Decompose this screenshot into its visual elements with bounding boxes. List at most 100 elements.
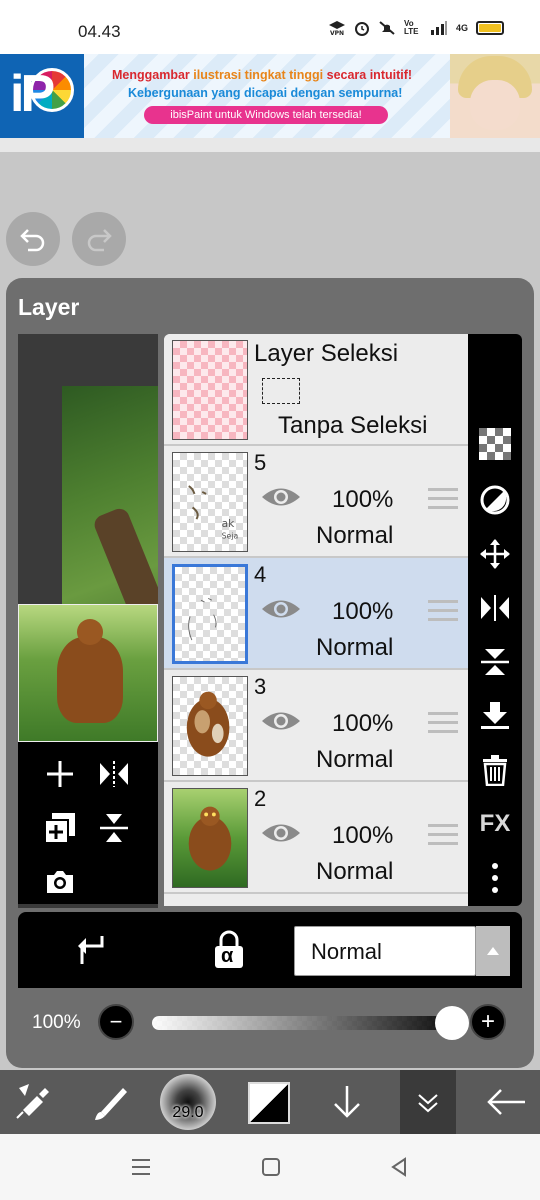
layer-row-4[interactable]: 4 100% Normal <box>164 558 468 670</box>
drag-handle-icon[interactable] <box>428 600 458 626</box>
drag-handle-icon[interactable] <box>428 488 458 514</box>
brush-size-label: 29.0 <box>172 1104 204 1121</box>
back-arrow-icon[interactable] <box>480 1076 534 1128</box>
ad-banner[interactable]: iP Menggambar ilustrasi tingkat tinggi s… <box>0 54 540 138</box>
status-time: 04.43 <box>78 22 121 41</box>
undo-icon <box>20 229 45 252</box>
flip-icon[interactable] <box>94 754 134 794</box>
status-bar: 04.43 VPN Vo LTE 4G <box>0 0 540 54</box>
clip-icon[interactable] <box>72 932 106 971</box>
more-icon[interactable] <box>477 860 513 896</box>
collapse-button[interactable] <box>400 1070 456 1134</box>
visibility-eye-icon[interactable] <box>260 818 302 848</box>
visibility-eye-icon[interactable] <box>260 706 302 736</box>
system-nav-bar <box>0 1134 540 1200</box>
ad-pill[interactable]: ibisPaint untuk Windows telah tersedia! <box>144 106 388 124</box>
selection-box-icon <box>262 378 300 404</box>
opacity-slider-knob[interactable] <box>435 1006 469 1040</box>
flip-horizontal-icon[interactable] <box>477 590 513 626</box>
merge-icon[interactable] <box>94 808 134 848</box>
layer-opacity: 100% <box>332 822 394 849</box>
ad-character-image <box>450 54 540 138</box>
blend-mode-select[interactable]: Normal <box>294 926 476 976</box>
layer-row-partial[interactable] <box>164 894 468 906</box>
svg-text:ak: ak <box>222 517 236 530</box>
alpha-label: α <box>221 945 234 967</box>
ad-headline: Menggambar ilustrasi tingkat tinggi seca… <box>112 68 413 82</box>
layer-list: Layer Seleksi Tanpa Seleksi ak Seja 5 100… <box>164 334 468 906</box>
right-tools: FX <box>468 334 522 906</box>
drag-handle-icon[interactable] <box>428 712 458 738</box>
visibility-eye-icon[interactable] <box>260 482 302 512</box>
redo-button[interactable] <box>72 212 126 266</box>
svg-text:Seja: Seja <box>222 531 239 540</box>
brush-icon[interactable] <box>84 1076 138 1128</box>
invert-icon[interactable] <box>477 482 513 518</box>
down-arrow-icon[interactable] <box>320 1076 374 1128</box>
home-icon[interactable] <box>256 1154 286 1180</box>
layer-blend-mode: Normal <box>316 634 394 661</box>
layer-number: 3 <box>254 674 267 699</box>
back-icon[interactable] <box>384 1154 414 1180</box>
layer-blend-mode: Normal <box>316 858 394 885</box>
layer-number: 4 <box>254 562 267 587</box>
layer-thumbnail <box>172 340 248 440</box>
layer-panel: Layer Layer Seleksi Tanpa Seleksi ak Sej… <box>6 278 534 1068</box>
add-layer-icon[interactable] <box>40 754 80 794</box>
left-tools <box>18 742 158 904</box>
battery-icon <box>476 21 504 35</box>
dropdown-arrow-icon[interactable] <box>476 926 510 976</box>
opacity-slider[interactable] <box>152 1016 456 1030</box>
fx-icon[interactable]: FX <box>477 806 513 842</box>
undo-button[interactable] <box>6 212 60 266</box>
redo-icon <box>87 229 112 252</box>
top-divider <box>0 138 540 152</box>
svg-text:VPN: VPN <box>330 30 344 36</box>
layer-row-5[interactable]: ak Seja 5 100% Normal <box>164 446 468 558</box>
layer-thumbnail: ak Seja <box>172 452 248 552</box>
vpn-icon: VPN <box>328 21 345 36</box>
signal-icon <box>430 21 447 35</box>
panel-title: Layer <box>18 294 80 320</box>
layer-row-3[interactable]: 3 100% Normal <box>164 670 468 782</box>
duplicate-layer-icon[interactable] <box>40 808 80 848</box>
layer-opacity: 100% <box>332 486 394 513</box>
layer-row-selection[interactable]: Layer Seleksi Tanpa Seleksi <box>164 334 468 446</box>
color-swatch[interactable] <box>248 1082 290 1124</box>
menu-icon[interactable] <box>126 1154 156 1180</box>
layer-subtitle: Tanpa Seleksi <box>278 412 428 439</box>
mute-icon <box>379 21 395 35</box>
ibis-logo: iP <box>0 54 84 138</box>
brush-size-button[interactable]: 29.0 <box>160 1074 216 1130</box>
opacity-plus-button[interactable]: + <box>470 1004 506 1040</box>
move-icon[interactable] <box>477 536 513 572</box>
alpha-lock-icon[interactable]: α <box>212 930 246 975</box>
layer-row-2[interactable]: 2 100% Normal <box>164 782 468 894</box>
4g-signal-icon: 4G <box>455 23 468 33</box>
visibility-eye-icon[interactable] <box>260 594 302 624</box>
checker-icon[interactable] <box>477 426 513 462</box>
transform-icon[interactable] <box>6 1076 60 1128</box>
layer-opacity: 100% <box>332 598 394 625</box>
merge-down-icon[interactable] <box>477 698 513 734</box>
status-icons: VPN Vo LTE 4G <box>328 20 504 36</box>
trash-icon[interactable] <box>477 752 513 788</box>
bottom-toolbar: 29.0 <box>0 1070 540 1134</box>
canvas-thumbnail[interactable] <box>18 604 158 742</box>
flip-vertical-icon[interactable] <box>477 644 513 680</box>
layer-thumbnail <box>172 564 248 664</box>
opacity-minus-button[interactable]: − <box>98 1004 134 1040</box>
blend-mode-bar: α Normal <box>18 912 522 988</box>
layer-number: 2 <box>254 786 267 811</box>
volte-icon: Vo LTE <box>403 19 419 36</box>
collapse-icon <box>418 1094 438 1113</box>
layer-blend-mode: Normal <box>316 522 394 549</box>
layer-thumbnail <box>172 788 248 888</box>
drag-handle-icon[interactable] <box>428 824 458 850</box>
layer-title: Layer Seleksi <box>254 340 399 367</box>
opacity-label: 100% <box>32 1012 81 1033</box>
layer-number: 5 <box>254 450 267 475</box>
opacity-bar: 100% − + <box>18 990 522 1054</box>
camera-icon[interactable] <box>40 862 80 902</box>
logo-letters: iP <box>10 65 55 123</box>
